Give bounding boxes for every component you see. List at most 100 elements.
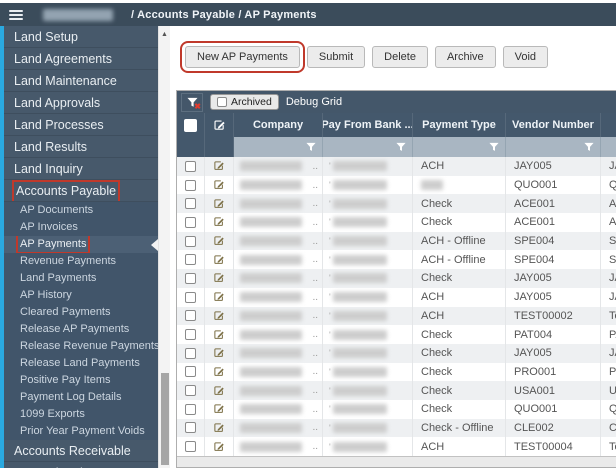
row-checkbox[interactable] <box>185 161 196 172</box>
edit-icon[interactable] <box>213 385 225 397</box>
clear-filter-icon[interactable]: ✖ <box>181 93 203 112</box>
sidebar-subitem[interactable]: Prior Year Payment Voids <box>4 423 158 440</box>
table-row[interactable]: .. ' ACH - Offline SPE004 SPE <box>177 232 616 251</box>
table-row[interactable]: .. ' Check PRO001 PRO <box>177 363 616 382</box>
row-checkbox[interactable] <box>185 254 196 265</box>
table-row[interactable]: .. ' ACH TEST00002 Tes <box>177 307 616 326</box>
sidebar-subitem[interactable]: Release Revenue Payments <box>4 338 158 355</box>
sidebar-subitem[interactable]: AP Invoices <box>4 219 158 236</box>
table-row[interactable]: .. ' ACH - Offline SPE004 SPE <box>177 250 616 269</box>
row-checkbox[interactable] <box>185 273 196 284</box>
toolbar-button[interactable]: New AP Payments <box>185 46 300 68</box>
sidebar-item[interactable]: Land Approvals <box>4 92 158 114</box>
toolbar-button[interactable]: Void <box>503 46 548 68</box>
edit-icon[interactable] <box>213 291 225 303</box>
sidebar-subitem[interactable]: Payment Log Details <box>4 389 158 406</box>
table-row[interactable]: .. ' Check ACE001 ACE <box>177 194 616 213</box>
table-row[interactable]: .. ' Check JAY005 JAY <box>177 344 616 363</box>
table-row[interactable]: .. ' ACH JAY005 JAY <box>177 288 616 307</box>
edit-icon[interactable] <box>213 310 225 322</box>
sidebar-item[interactable]: Land Results <box>4 136 158 158</box>
table-row[interactable]: .. ' ACH JAY005 JAY <box>177 157 616 176</box>
sidebar-item[interactable]: General Ledger <box>4 462 158 468</box>
row-checkbox[interactable] <box>185 441 196 452</box>
edit-icon[interactable] <box>213 441 225 453</box>
toolbar-button[interactable]: Submit <box>307 46 365 68</box>
table-row[interactable]: .. ' QUO001 QU <box>177 176 616 195</box>
sidebar-subitem[interactable]: Positive Pay Items <box>4 372 158 389</box>
cell-vendor-name: Tes <box>601 307 616 326</box>
sidebar-item[interactable]: Land Setup <box>4 26 158 48</box>
sidebar-subitem[interactable]: Revenue Payments <box>4 253 158 270</box>
column-header-payment-type[interactable]: Payment Type <box>413 113 506 137</box>
table-row[interactable]: .. ' Check - Offline CLE002 CLE <box>177 419 616 438</box>
archived-toggle[interactable]: Archived <box>210 94 279 110</box>
filter-vendor-number[interactable] <box>506 137 601 157</box>
row-checkbox[interactable] <box>185 310 196 321</box>
column-header-company[interactable]: Company <box>234 113 323 137</box>
sidebar-item[interactable]: Land Maintenance <box>4 70 158 92</box>
row-checkbox[interactable] <box>185 329 196 340</box>
column-header-pay-from-bank[interactable]: Pay From Bank ... <box>323 113 413 137</box>
row-checkbox[interactable] <box>185 348 196 359</box>
edit-icon[interactable] <box>213 198 225 210</box>
row-checkbox[interactable] <box>185 385 196 396</box>
sidebar-item[interactable]: Land Agreements <box>4 48 158 70</box>
sidebar-subitem[interactable]: AP History <box>4 287 158 304</box>
filter-vendor-name[interactable] <box>601 137 616 157</box>
row-checkbox[interactable] <box>185 217 196 228</box>
menu-icon[interactable] <box>9 10 23 20</box>
table-row[interactable]: .. ' Check ACE001 ACE <box>177 213 616 232</box>
scroll-up-arrow-icon[interactable]: ▲ <box>159 26 170 38</box>
edit-icon[interactable] <box>213 235 225 247</box>
archived-checkbox[interactable] <box>217 97 227 107</box>
scrollbar-thumb[interactable] <box>161 373 169 465</box>
table-row[interactable]: .. ' Check QUO001 QU <box>177 400 616 419</box>
row-checkbox[interactable] <box>185 366 196 377</box>
row-checkbox[interactable] <box>185 292 196 303</box>
sidebar-subitem[interactable]: AP Payments <box>4 236 158 253</box>
edit-icon[interactable] <box>213 272 225 284</box>
cell-payment-type: Check <box>413 400 506 419</box>
filter-company[interactable] <box>234 137 323 157</box>
edit-icon[interactable] <box>213 347 225 359</box>
row-checkbox[interactable] <box>185 198 196 209</box>
edit-icon[interactable] <box>213 422 225 434</box>
sidebar-item[interactable]: Land Processes <box>4 114 158 136</box>
filter-pay-from-bank[interactable] <box>323 137 413 157</box>
vendor-number-value: TEST00002 <box>514 310 573 322</box>
row-checkbox[interactable] <box>185 236 196 247</box>
row-checkbox[interactable] <box>185 180 196 191</box>
cell-company-redacted: .. <box>234 176 323 195</box>
sidebar-subitem[interactable]: Release Land Payments <box>4 355 158 372</box>
edit-icon[interactable] <box>213 179 225 191</box>
sidebar-subitem[interactable]: Cleared Payments <box>4 304 158 321</box>
sidebar-item[interactable]: Accounts Receivable <box>4 440 158 462</box>
edit-icon[interactable] <box>213 254 225 266</box>
sidebar-item[interactable]: Land Inquiry <box>4 158 158 180</box>
row-checkbox[interactable] <box>185 422 196 433</box>
sidebar-item[interactable]: Accounts Payable <box>4 180 158 202</box>
table-row[interactable]: .. ' Check USA001 USA <box>177 381 616 400</box>
column-header-vendor-name[interactable] <box>601 113 616 137</box>
toolbar-button[interactable]: Delete <box>372 46 428 68</box>
sidebar-subitem[interactable]: Land Payments <box>4 270 158 287</box>
row-checkbox[interactable] <box>185 404 196 415</box>
toolbar-button[interactable]: Archive <box>435 46 496 68</box>
table-row[interactable]: .. ' ACH TEST00004 Tes <box>177 437 616 456</box>
column-header-vendor-number[interactable]: Vendor Number <box>506 113 601 137</box>
edit-icon[interactable] <box>213 160 225 172</box>
sidebar-subitem[interactable]: 1099 Exports <box>4 406 158 423</box>
edit-icon[interactable] <box>213 403 225 415</box>
edit-icon[interactable] <box>213 366 225 378</box>
table-row[interactable]: .. ' Check JAY005 JAY <box>177 269 616 288</box>
select-all-checkbox[interactable] <box>184 119 197 132</box>
edit-icon[interactable] <box>213 329 225 341</box>
sidebar-subitem[interactable]: AP Documents <box>4 202 158 219</box>
filter-payment-type[interactable] <box>413 137 506 157</box>
table-row[interactable]: .. ' Check PAT004 PAT <box>177 325 616 344</box>
vertical-scrollbar[interactable]: ▲ <box>158 26 170 468</box>
truncation-ellipsis: .. <box>312 404 322 415</box>
sidebar-subitem[interactable]: Release AP Payments <box>4 321 158 338</box>
edit-icon[interactable] <box>213 216 225 228</box>
